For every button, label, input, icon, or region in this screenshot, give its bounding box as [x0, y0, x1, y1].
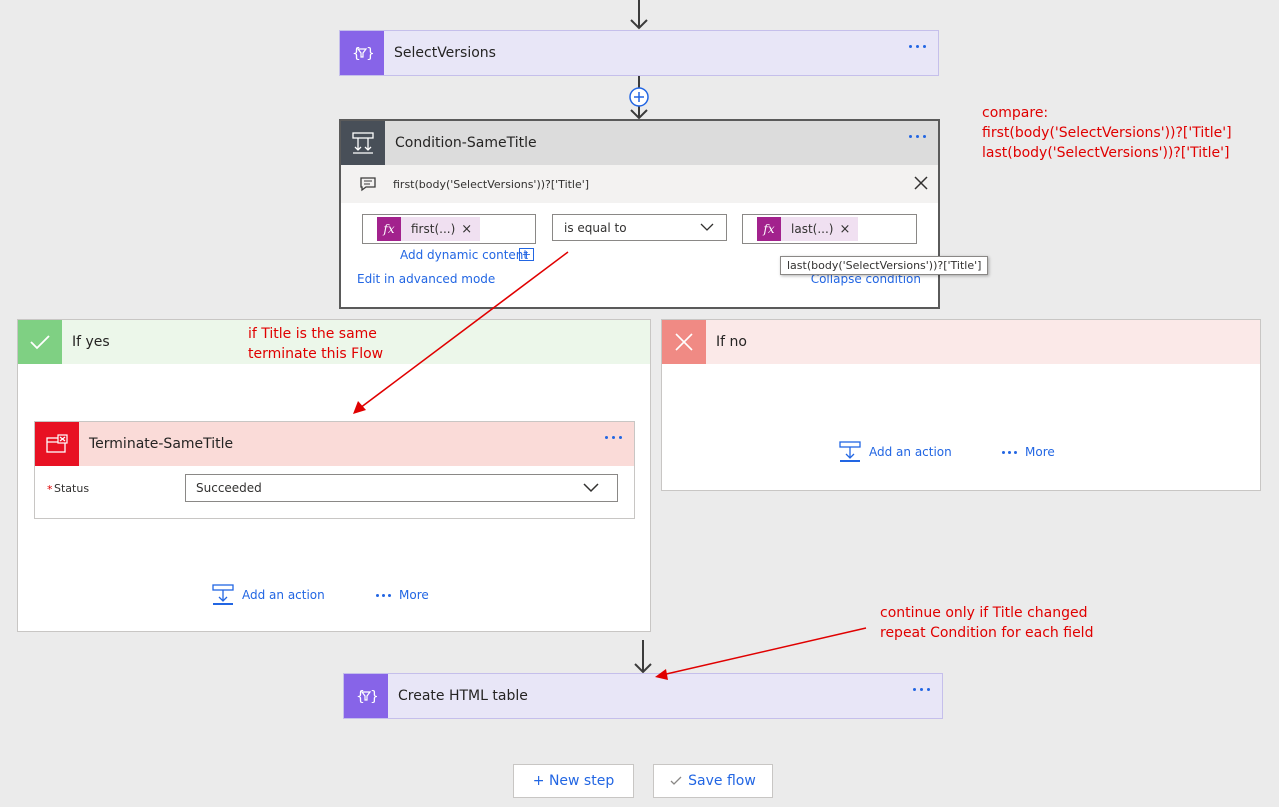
right-operand-input[interactable]: fx last(...) ×	[742, 214, 917, 244]
if-no-branch: If no Add an action More	[661, 319, 1261, 491]
terminate-annotation: if Title is the same terminate this Flow	[248, 326, 384, 362]
close-icon[interactable]: ×	[461, 222, 480, 237]
terminate-icon	[35, 422, 79, 466]
chevron-down-icon	[700, 223, 714, 231]
select-versions-step[interactable]: {} SelectVersions	[339, 30, 939, 76]
status-value: Succeeded	[196, 481, 262, 495]
add-expression-icon: fx	[377, 217, 401, 241]
if-yes-branch: If yes Terminate-SameTitle * Status Succ…	[17, 319, 651, 632]
more-dots-icon[interactable]	[605, 436, 622, 439]
expression-tooltip: last(body('SelectVersions'))?['Title']	[780, 256, 989, 275]
last-expression-token[interactable]: fx last(...) ×	[757, 217, 859, 241]
more-dots-icon	[1002, 450, 1017, 454]
branch-title: If no	[716, 334, 747, 350]
step-title: Condition-SameTitle	[395, 135, 537, 151]
terminate-step[interactable]: Terminate-SameTitle * Status Succeeded	[34, 421, 635, 519]
comment-bar: first(body('SelectVersions'))?['Title']	[341, 165, 938, 203]
more-dots-icon[interactable]	[909, 45, 926, 48]
step-title: Terminate-SameTitle	[89, 436, 234, 452]
add-action-button[interactable]: Add an action	[212, 584, 325, 606]
add-action-label: Add an action	[869, 445, 952, 459]
more-dots-icon[interactable]	[909, 135, 926, 138]
more-button[interactable]: More	[376, 588, 429, 602]
close-icon[interactable]: ×	[839, 222, 858, 237]
svg-text:}: }	[366, 46, 373, 62]
token-label: last(...)	[791, 222, 834, 236]
more-dots-icon[interactable]	[913, 688, 930, 691]
add-action-button[interactable]: Add an action	[839, 441, 952, 463]
x-icon	[662, 320, 706, 364]
step-title: Create HTML table	[398, 688, 528, 704]
down-arrow-icon	[634, 640, 652, 674]
step-title: SelectVersions	[394, 45, 496, 61]
more-button[interactable]: More	[1002, 445, 1055, 459]
filter-icon: {}	[340, 31, 384, 75]
svg-text:}: }	[370, 689, 377, 705]
save-flow-label: Save flow	[688, 773, 756, 789]
operator-select[interactable]: is equal to	[552, 214, 727, 241]
status-label: Status	[54, 482, 90, 495]
token-label: first(...)	[411, 222, 456, 236]
operator-value: is equal to	[564, 220, 627, 235]
condition-step[interactable]: Condition-SameTitle first(body('SelectVe…	[339, 119, 989, 309]
chevron-down-icon	[583, 483, 599, 493]
new-step-button[interactable]: + New step	[513, 764, 634, 798]
close-icon[interactable]	[914, 176, 928, 190]
add-action-label: Add an action	[242, 588, 325, 602]
filter-icon: {}	[344, 674, 388, 718]
add-expression-icon: fx	[757, 217, 781, 241]
add-dynamic-icon[interactable]: +	[519, 248, 534, 261]
add-action-icon	[839, 441, 861, 462]
add-dynamic-content-link[interactable]: Add dynamic content	[400, 248, 528, 262]
comment-text[interactable]: first(body('SelectVersions'))?['Title']	[393, 178, 589, 191]
first-expression-token[interactable]: fx first(...) ×	[377, 217, 481, 241]
left-operand-input[interactable]: fx first(...) ×	[362, 214, 536, 244]
checkmark-icon	[18, 320, 62, 364]
new-step-label: + New step	[532, 773, 615, 789]
save-flow-button[interactable]: Save flow	[653, 764, 773, 798]
required-asterisk: *	[47, 483, 53, 496]
edit-advanced-mode-link[interactable]: Edit in advanced mode	[357, 272, 495, 286]
comment-icon	[360, 177, 376, 192]
status-select[interactable]: Succeeded	[185, 474, 618, 502]
condition-icon	[341, 121, 385, 165]
continue-annotation: continue only if Title changed repeat Co…	[880, 605, 1094, 641]
checkmark-save-icon	[670, 776, 682, 785]
add-action-icon	[212, 584, 234, 605]
more-label: More	[1025, 445, 1055, 459]
more-dots-icon	[376, 593, 391, 597]
down-arrow-icon	[630, 0, 648, 30]
create-html-table-step[interactable]: {} Create HTML table	[343, 673, 943, 719]
arrow-to-create-html	[661, 627, 867, 676]
plus-circle-icon[interactable]	[627, 76, 651, 120]
branch-title: If yes	[72, 334, 110, 350]
more-label: More	[399, 588, 429, 602]
compare-annotation: compare: first(body('SelectVersions'))?[…	[982, 105, 1232, 161]
